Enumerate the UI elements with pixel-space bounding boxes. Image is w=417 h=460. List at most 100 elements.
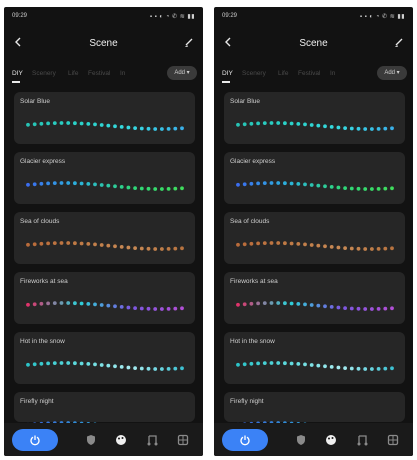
led-dot [173,126,178,131]
led-dot [146,246,151,251]
led-dot [106,123,111,128]
led-dot [160,247,164,251]
power-button[interactable] [222,429,268,451]
tab-festival[interactable]: Festival [88,70,110,77]
led-dot [99,243,104,247]
tab-scenery[interactable]: Scenery [32,70,56,77]
scene-card[interactable]: Fireworks at sea [224,272,405,324]
power-button[interactable] [12,429,58,451]
scene-card[interactable]: Glacier express [224,152,405,204]
edit-pencil-icon[interactable] [393,36,405,48]
led-dot [32,182,37,187]
led-dot [390,246,394,251]
led-dot [242,362,247,367]
led-dot [73,361,77,366]
led-dot [133,246,137,250]
tab-diy[interactable]: DIY [222,70,233,77]
led-dot [309,183,314,187]
scene-card[interactable]: Sea of clouds [14,212,195,264]
led-dot [146,186,151,191]
power-icon [240,435,250,446]
led-dot [349,306,354,311]
tab-life[interactable]: Life [68,70,78,77]
led-dot [86,302,91,306]
shield-icon[interactable] [294,433,308,447]
led-dot [59,181,64,185]
led-dot [180,306,184,311]
led-dot [363,127,368,131]
shield-icon[interactable] [84,433,98,447]
led-dot [329,305,334,309]
led-dot [126,245,131,250]
grid-icon[interactable] [386,433,400,447]
scene-card[interactable]: Solar Blue [224,92,405,144]
led-dot [249,121,254,126]
scene-card[interactable]: Solar Blue [14,92,195,144]
tab-in[interactable]: In [330,70,335,77]
led-dot [356,306,361,311]
scene-card[interactable]: Firefly night [224,392,405,431]
status-icons: ▪ ▪ ◐ ◔ ✆ ≋ ▮▮ [149,14,195,20]
status-bar: 09:29 ▪ ▪ ◐ ◔ ✆ ≋ ▮▮ [12,13,195,23]
grid-icon[interactable] [176,433,190,447]
led-dot [79,181,84,186]
scene-card[interactable]: Hot in the snow [14,332,195,384]
palette-icon[interactable] [114,433,128,447]
scene-card[interactable]: Firefly night [14,392,195,431]
led-dot [256,121,260,126]
led-dot [119,245,124,249]
scene-card[interactable]: Sea of clouds [224,212,405,264]
led-dot [242,122,247,127]
led-dot [59,301,64,305]
led-dot [276,361,281,365]
phone-screen-left: 09:29 ▪ ▪ ◐ ◔ ✆ ≋ ▮▮ Scene DIY Scenery L… [4,7,203,456]
led-dot [160,187,164,191]
led-dot [93,242,97,247]
led-dot [370,127,374,131]
led-dot [26,182,30,187]
led-dot [323,184,327,189]
tab-scenery[interactable]: Scenery [242,70,266,77]
music-icon[interactable] [355,433,369,447]
led-dot [46,301,50,306]
led-dot [113,364,117,369]
tab-in[interactable]: In [120,70,125,77]
led-dot [303,302,307,307]
category-tabs: DIY Scenery Life Festival In Add ▾ [10,66,199,83]
add-button[interactable]: Add ▾ [377,66,407,80]
header: Scene [214,34,413,54]
power-icon [30,435,40,446]
led-dot [126,365,131,370]
led-dot [153,127,158,131]
add-button[interactable]: Add ▾ [167,66,197,80]
led-dot [363,187,368,191]
led-dot [363,247,368,251]
scene-card[interactable]: Hot in the snow [224,332,405,384]
led-dot [370,307,374,311]
led-dot [276,181,281,185]
edit-pencil-icon[interactable] [183,36,195,48]
tab-life[interactable]: Life [278,70,288,77]
led-dot [383,186,388,191]
led-dot [242,242,247,247]
led-dot [153,367,158,371]
scene-card[interactable]: Glacier express [14,152,195,204]
led-dot [269,241,274,245]
led-dot [146,126,151,131]
color-wave-preview [236,241,394,251]
led-dot [236,242,240,247]
led-dot [242,182,247,187]
led-dot [356,246,361,251]
palette-icon[interactable] [324,433,338,447]
led-dot [269,181,274,185]
tab-festival[interactable]: Festival [298,70,320,77]
led-dot [390,366,394,371]
led-dot [133,366,137,370]
music-icon[interactable] [145,433,159,447]
tab-diy[interactable]: DIY [12,70,23,77]
led-dot [146,366,151,371]
led-dot [236,302,240,307]
led-dot [289,361,294,366]
scene-card[interactable]: Fireworks at sea [14,272,195,324]
led-dot [242,302,247,307]
